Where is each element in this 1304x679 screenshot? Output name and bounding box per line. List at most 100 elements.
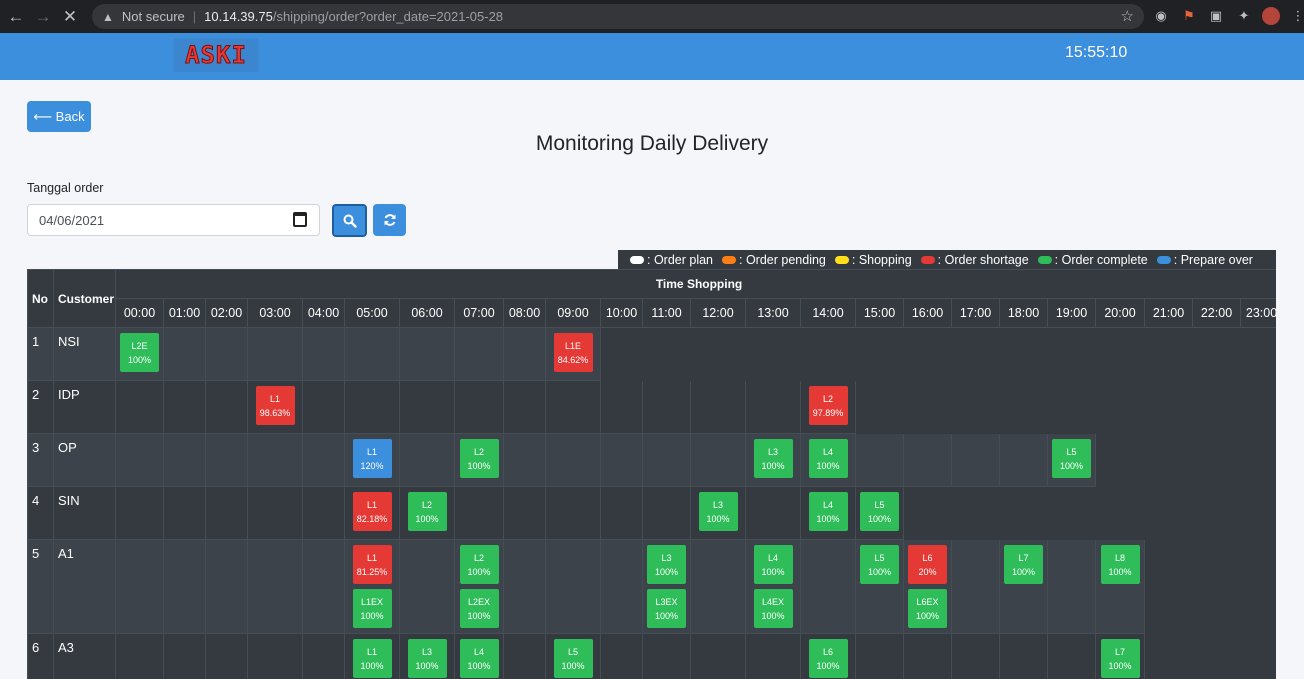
order-badge[interactable]: L7 100% xyxy=(1004,545,1043,584)
camera-icon[interactable]: ◉ xyxy=(1152,7,1170,25)
order-percent: 100% xyxy=(1108,660,1132,671)
delivery-table-container: No Customer Time Shopping 00:00 01:00 02:0… xyxy=(27,269,1276,679)
row-number: 3 xyxy=(27,433,54,487)
order-badge[interactable]: L4 100% xyxy=(459,639,499,678)
time-cell xyxy=(302,327,345,381)
order-line-label: L5 xyxy=(1066,446,1077,457)
order-badge[interactable]: L3 100% xyxy=(647,545,686,584)
browser-menu-icon[interactable]: ⋮ xyxy=(1289,7,1304,25)
order-date-input[interactable]: 04/06/2021 xyxy=(27,204,320,236)
order-percent: 100% xyxy=(816,660,840,671)
order-line-label: L2 xyxy=(473,552,484,563)
order-badge[interactable]: L2E 100% xyxy=(120,333,159,372)
order-badge[interactable]: L3 100% xyxy=(407,639,447,678)
time-cell xyxy=(642,433,691,487)
profile-avatar-icon[interactable] xyxy=(1262,7,1280,25)
time-cell xyxy=(247,633,303,679)
row-number: 4 xyxy=(27,486,54,540)
order-badge[interactable]: L2 100% xyxy=(407,492,447,531)
extension-flag-icon[interactable]: ⚑ xyxy=(1180,7,1198,25)
search-button[interactable] xyxy=(332,204,367,237)
order-badge[interactable]: L8 100% xyxy=(1100,545,1140,584)
time-cell: L3 100% xyxy=(690,486,746,540)
order-line-label: L3 xyxy=(661,552,672,563)
browser-toolbar: ← → ✕ ▲ Not secure | 10.14.39.75 /shippi… xyxy=(0,0,1304,33)
time-cell xyxy=(999,633,1048,679)
order-badge[interactable]: L2EX 100% xyxy=(459,589,499,628)
time-cell: L4 100% xyxy=(454,633,504,679)
order-badge[interactable]: L5 100% xyxy=(860,492,899,531)
stop-loading-icon[interactable]: ✕ xyxy=(59,6,81,28)
order-badge[interactable]: L1E 84.62% xyxy=(553,333,593,372)
time-cell xyxy=(1239,486,1276,540)
time-cell xyxy=(745,633,801,679)
hour-header: 22:00 xyxy=(1192,298,1241,328)
bookmark-star-icon[interactable]: ☆ xyxy=(1121,7,1134,25)
order-badge[interactable]: L2 100% xyxy=(459,545,499,584)
order-badge[interactable]: L3 100% xyxy=(698,492,738,531)
time-cell: L7 100% xyxy=(1095,633,1145,679)
time-cell xyxy=(344,327,400,381)
order-badge[interactable]: L3EX 100% xyxy=(647,589,686,628)
address-bar[interactable]: ▲ Not secure | 10.14.39.75 /shipping/ord… xyxy=(92,4,1144,29)
order-percent: 100% xyxy=(467,566,491,577)
order-badge[interactable]: L6EX 100% xyxy=(908,589,947,628)
hour-header: 20:00 xyxy=(1095,298,1145,328)
time-cell xyxy=(642,486,691,540)
time-cell: L2E 100% xyxy=(115,327,164,381)
order-badge[interactable]: L4 100% xyxy=(808,492,848,531)
order-badge[interactable]: L6 20% xyxy=(908,545,947,584)
order-badge[interactable]: L5 100% xyxy=(1052,439,1091,478)
order-line-label: L4 xyxy=(822,446,833,457)
time-cell xyxy=(800,327,856,381)
legend-swatch xyxy=(630,255,644,264)
time-cell: L1 81.25% L1EX 100% xyxy=(344,539,400,634)
logo[interactable]: ASKI xyxy=(174,38,258,72)
time-cell xyxy=(1192,380,1241,434)
order-badge[interactable]: L4EX 100% xyxy=(753,589,793,628)
hour-header: 15:00 xyxy=(855,298,904,328)
order-badge[interactable]: L2 97.89% xyxy=(808,386,848,425)
order-badge[interactable]: L1 82.18% xyxy=(352,492,392,531)
order-badge[interactable]: L1 98.63% xyxy=(255,386,295,425)
time-cell xyxy=(545,486,601,540)
time-cell xyxy=(1239,433,1276,487)
order-badge[interactable]: L1 100% xyxy=(352,639,392,678)
time-cell xyxy=(1095,433,1145,487)
order-badge[interactable]: L7 100% xyxy=(1100,639,1140,678)
order-badge[interactable]: L4 100% xyxy=(808,439,848,478)
order-line-label: L3 xyxy=(712,499,723,510)
time-cell xyxy=(302,633,345,679)
order-badge[interactable]: L5 100% xyxy=(553,639,593,678)
order-badge[interactable]: L1 120% xyxy=(352,439,392,478)
back-button[interactable]: ⟵ Back xyxy=(27,101,91,132)
time-cell xyxy=(951,327,1000,381)
hour-header: 06:00 xyxy=(399,298,455,328)
table-row: 2 IDP L1 98.63% L2 97.89% xyxy=(27,380,1276,434)
extension-box-icon[interactable]: ▣ xyxy=(1207,7,1225,25)
calendar-icon[interactable] xyxy=(293,212,307,227)
time-cell: L3 100% xyxy=(399,633,455,679)
order-badge[interactable]: L4 100% xyxy=(753,545,793,584)
order-line-label: L2E xyxy=(131,340,148,351)
time-cell xyxy=(247,539,303,634)
order-line-label: L4 xyxy=(473,646,484,657)
time-cell xyxy=(545,380,601,434)
time-cell: L1 100% xyxy=(344,633,400,679)
forward-arrow-icon[interactable]: → xyxy=(32,6,54,28)
back-arrow-icon[interactable]: ← xyxy=(5,6,27,28)
order-badge[interactable]: L3 100% xyxy=(753,439,793,478)
time-cell xyxy=(1192,327,1241,381)
time-cell xyxy=(1047,539,1096,634)
extensions-puzzle-icon[interactable]: ✦ xyxy=(1235,7,1253,25)
time-cell xyxy=(903,433,952,487)
app-header: ASKI 15:55:10 xyxy=(0,33,1304,80)
refresh-button[interactable] xyxy=(373,204,406,236)
order-badge[interactable]: L2 100% xyxy=(459,439,499,478)
order-badge[interactable]: L1 81.25% xyxy=(352,545,392,584)
warning-icon: ▲ xyxy=(102,9,114,24)
order-badge[interactable]: L1EX 100% xyxy=(352,589,392,628)
order-percent: 100% xyxy=(1059,460,1084,471)
order-badge[interactable]: L5 100% xyxy=(860,545,899,584)
order-badge[interactable]: L6 100% xyxy=(808,639,848,678)
